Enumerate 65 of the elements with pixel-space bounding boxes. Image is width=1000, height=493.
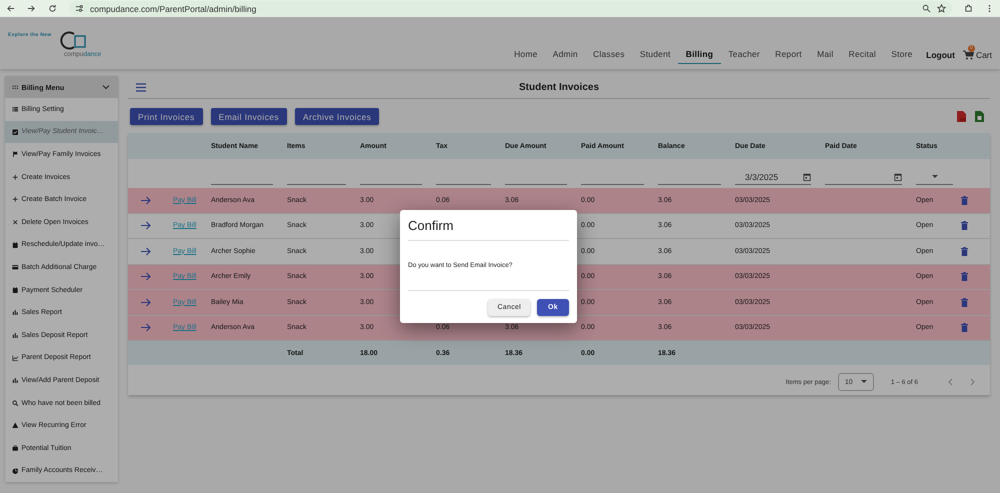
nav-link[interactable]: Report	[768, 45, 810, 64]
pie-chart-icon	[12, 468, 18, 474]
url-text: compudance.com/ParentPortal/admin/billing	[90, 4, 256, 14]
trash-icon[interactable]	[961, 323, 968, 332]
nav-link[interactable]: Classes	[585, 45, 632, 64]
dropdown-icon	[860, 380, 867, 384]
site-settings-icon[interactable]	[75, 4, 84, 13]
arrow-right-icon[interactable]	[141, 298, 151, 307]
arrow-right-icon[interactable]	[141, 323, 151, 332]
action-button[interactable]: Print Invoices	[130, 108, 203, 125]
line-chart-icon	[12, 354, 18, 362]
plus-icon	[12, 174, 18, 180]
date-filter-field[interactable]: 3/3/2025	[735, 170, 811, 185]
warning-icon	[12, 422, 18, 429]
star-icon[interactable]	[937, 4, 946, 13]
grid-icon	[12, 84, 18, 90]
page-title: Student Invoices	[518, 82, 599, 92]
nav-link[interactable]: Store	[884, 45, 920, 64]
plus-icon	[12, 196, 18, 203]
nav-link[interactable]: Mail	[809, 45, 842, 64]
close-icon	[12, 219, 18, 226]
checkbox-icon	[12, 128, 18, 136]
calendar-icon[interactable]	[803, 173, 811, 181]
calendar-icon	[12, 286, 18, 294]
search-icon	[12, 400, 18, 406]
dialog-title: Confirm	[408, 218, 454, 232]
zoom-icon[interactable]	[922, 4, 931, 13]
arrow-right-icon[interactable]	[141, 272, 151, 282]
trash-icon[interactable]	[961, 246, 968, 256]
card-icon	[12, 264, 18, 271]
arrow-right-icon[interactable]	[141, 196, 151, 205]
action-button[interactable]: Email Invoices	[210, 108, 288, 125]
nav-link[interactable]: Billing	[678, 45, 721, 64]
chevron-icon	[102, 83, 110, 91]
nav-link[interactable]: Teacher	[720, 45, 768, 64]
trash-icon[interactable]	[961, 298, 968, 307]
reload-icon[interactable]	[48, 4, 57, 13]
logout-link[interactable]: Logout	[920, 46, 961, 64]
calendar-icon[interactable]	[894, 173, 902, 181]
nav-link[interactable]: Student	[632, 45, 678, 64]
list-icon	[12, 106, 18, 113]
cart-icon	[962, 50, 974, 60]
back-icon[interactable]	[6, 4, 15, 13]
flag-icon	[12, 151, 18, 158]
bar-chart-icon	[12, 377, 18, 384]
briefcase-icon	[12, 444, 18, 452]
arrow-right-icon[interactable]	[141, 246, 151, 256]
extensions-icon[interactable]	[964, 4, 973, 13]
address-bar[interactable]: compudance.com/ParentPortal/admin/billing	[69, 1, 952, 16]
nav-link[interactable]: Home	[506, 45, 546, 64]
action-button[interactable]: Archive Invoices	[295, 108, 380, 125]
nav-link[interactable]: Admin	[545, 45, 586, 64]
dropdown-icon	[932, 175, 938, 179]
pdf-file-icon[interactable]	[957, 111, 966, 122]
menu-icon[interactable]	[136, 83, 146, 92]
trash-icon[interactable]	[961, 196, 968, 205]
forward-icon[interactable]	[27, 4, 36, 13]
calendar-icon	[12, 242, 18, 248]
spreadsheet-file-icon[interactable]	[975, 111, 984, 122]
bar-chart-icon	[12, 332, 18, 338]
nav-link[interactable]: Recital	[841, 45, 884, 64]
trash-icon[interactable]	[961, 272, 968, 282]
bar-chart-icon	[12, 309, 18, 316]
trash-icon[interactable]	[961, 221, 968, 230]
arrow-right-icon[interactable]	[141, 221, 151, 230]
